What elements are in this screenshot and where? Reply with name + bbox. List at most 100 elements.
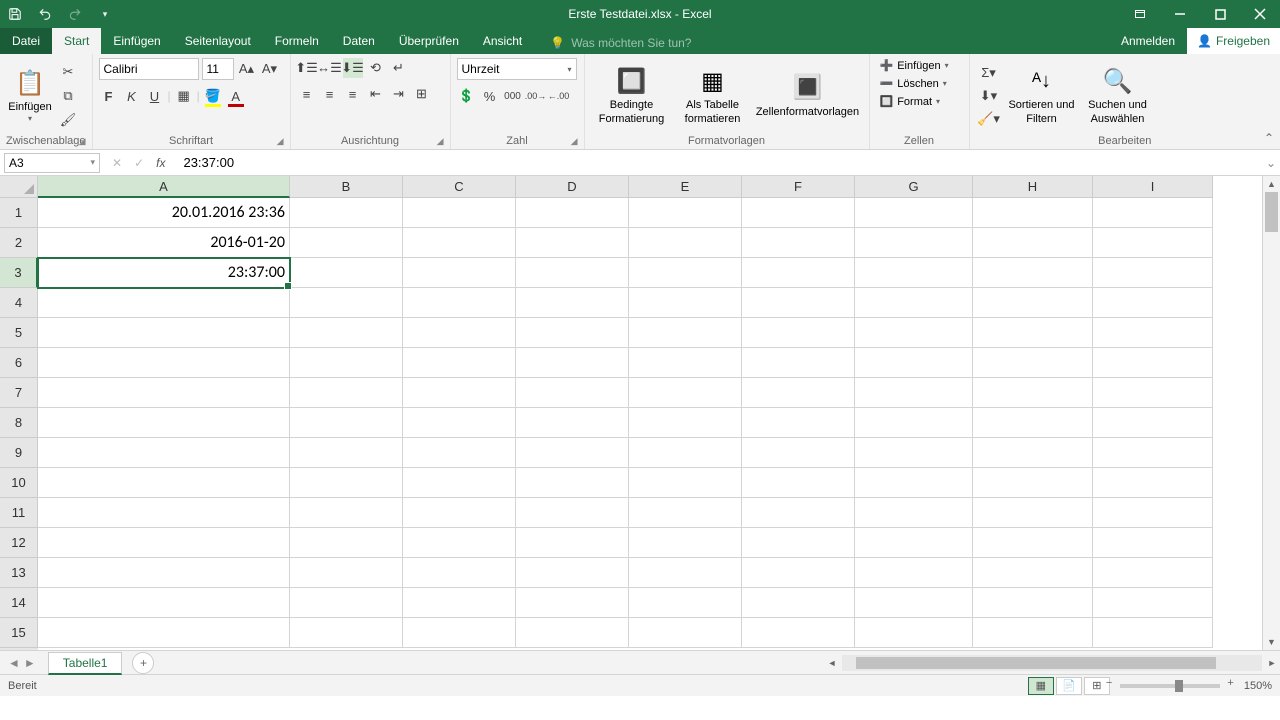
cell[interactable] (403, 198, 516, 228)
row-header[interactable]: 6 (0, 348, 38, 378)
decrease-decimal-icon[interactable]: ←.00 (549, 86, 569, 106)
formula-input[interactable] (177, 155, 1262, 170)
cell[interactable] (403, 438, 516, 468)
cell[interactable] (855, 258, 973, 288)
cell[interactable] (290, 528, 403, 558)
cell[interactable] (742, 498, 855, 528)
cell[interactable] (629, 258, 742, 288)
cell[interactable] (290, 498, 403, 528)
insert-cells-button[interactable]: ➕Einfügen▾ (876, 58, 953, 73)
qat-customize-icon[interactable]: ▾ (96, 5, 114, 23)
cell[interactable] (973, 438, 1093, 468)
column-header[interactable]: E (629, 176, 742, 198)
cell[interactable] (516, 618, 629, 648)
signin-link[interactable]: Anmelden (1109, 28, 1187, 54)
cell[interactable] (629, 288, 742, 318)
tab-einfügen[interactable]: Einfügen (101, 28, 172, 54)
cell[interactable] (38, 438, 290, 468)
sheet-nav-first-icon[interactable]: ◄ (8, 656, 20, 670)
cell[interactable] (742, 378, 855, 408)
cell[interactable] (403, 258, 516, 288)
cell[interactable] (1093, 258, 1213, 288)
cell[interactable] (290, 348, 403, 378)
cell[interactable] (290, 588, 403, 618)
orientation-icon[interactable]: ⟲ (366, 58, 386, 78)
row-header[interactable]: 14 (0, 588, 38, 618)
tab-daten[interactable]: Daten (331, 28, 387, 54)
row-header[interactable]: 12 (0, 528, 38, 558)
clear-icon[interactable]: 🧹▾ (976, 109, 1002, 129)
format-painter-icon[interactable]: 🖌 (58, 110, 78, 130)
align-left-icon[interactable]: ≡ (297, 84, 317, 104)
cell[interactable] (742, 438, 855, 468)
cell[interactable] (290, 408, 403, 438)
cell[interactable] (38, 378, 290, 408)
conditional-formatting-button[interactable]: 🔲Bedingte Formatierung (591, 61, 673, 129)
cut-icon[interactable]: ✂ (58, 62, 78, 82)
normal-view-button[interactable]: ▦ (1028, 677, 1054, 695)
cell[interactable]: 20.01.2016 23:36 (38, 198, 290, 228)
cell[interactable] (855, 468, 973, 498)
grow-font-icon[interactable]: A▴ (237, 59, 257, 79)
align-top-icon[interactable]: ⬆☰ (297, 58, 317, 78)
column-header[interactable]: A (38, 176, 290, 198)
cell[interactable] (38, 498, 290, 528)
cell[interactable] (629, 438, 742, 468)
tab-seitenlayout[interactable]: Seitenlayout (173, 28, 263, 54)
column-header[interactable]: H (973, 176, 1093, 198)
cell[interactable] (973, 468, 1093, 498)
column-header[interactable]: F (742, 176, 855, 198)
cell[interactable] (742, 588, 855, 618)
paste-button[interactable]: 📋 Einfügen ▾ (6, 63, 54, 128)
tab-überprüfen[interactable]: Überprüfen (387, 28, 471, 54)
cell[interactable] (973, 588, 1093, 618)
undo-icon[interactable] (36, 5, 54, 23)
cell[interactable] (742, 198, 855, 228)
cell[interactable] (973, 528, 1093, 558)
cell[interactable] (742, 228, 855, 258)
cell[interactable] (742, 348, 855, 378)
cell[interactable] (290, 618, 403, 648)
cell[interactable] (973, 288, 1093, 318)
cell[interactable] (973, 498, 1093, 528)
fill-icon[interactable]: ⬇▾ (976, 86, 1002, 106)
italic-button[interactable]: K (122, 86, 142, 106)
cell[interactable] (973, 408, 1093, 438)
cell[interactable] (629, 558, 742, 588)
maximize-icon[interactable] (1200, 0, 1240, 28)
sheet-nav-last-icon[interactable]: ► (24, 656, 36, 670)
cell[interactable] (403, 498, 516, 528)
ribbon-display-icon[interactable] (1120, 0, 1160, 28)
horizontal-scrollbar[interactable]: ◄ ► (824, 655, 1280, 671)
launcher-icon[interactable]: ◢ (79, 136, 86, 147)
font-color-icon[interactable]: A (226, 86, 246, 106)
cell[interactable] (1093, 558, 1213, 588)
launcher-icon[interactable]: ◢ (437, 136, 444, 147)
sheet-tab[interactable]: Tabelle1 (48, 652, 123, 675)
save-icon[interactable] (6, 5, 24, 23)
cancel-formula-icon[interactable]: ✕ (112, 156, 122, 170)
autosum-icon[interactable]: Σ▾ (976, 63, 1002, 83)
cell[interactable] (742, 258, 855, 288)
align-bottom-icon[interactable]: ⬇☰ (343, 58, 363, 78)
cell[interactable] (403, 348, 516, 378)
tab-start[interactable]: Start (52, 28, 101, 54)
cell[interactable] (290, 438, 403, 468)
row-header[interactable]: 11 (0, 498, 38, 528)
comma-icon[interactable]: 000 (503, 86, 523, 106)
cell[interactable] (516, 558, 629, 588)
cell[interactable] (629, 618, 742, 648)
cell[interactable] (629, 378, 742, 408)
number-format-select[interactable]: Uhrzeit▾ (457, 58, 577, 80)
format-as-table-button[interactable]: ▦Als Tabelle formatieren (677, 61, 749, 129)
cell[interactable] (742, 318, 855, 348)
cell[interactable] (629, 348, 742, 378)
cell[interactable] (38, 528, 290, 558)
cell[interactable] (38, 348, 290, 378)
cell[interactable] (629, 498, 742, 528)
cell[interactable] (742, 558, 855, 588)
new-sheet-button[interactable]: + (132, 652, 154, 674)
cell[interactable] (855, 588, 973, 618)
name-box[interactable]: A3▾ (4, 153, 100, 173)
row-header[interactable]: 2 (0, 228, 38, 258)
